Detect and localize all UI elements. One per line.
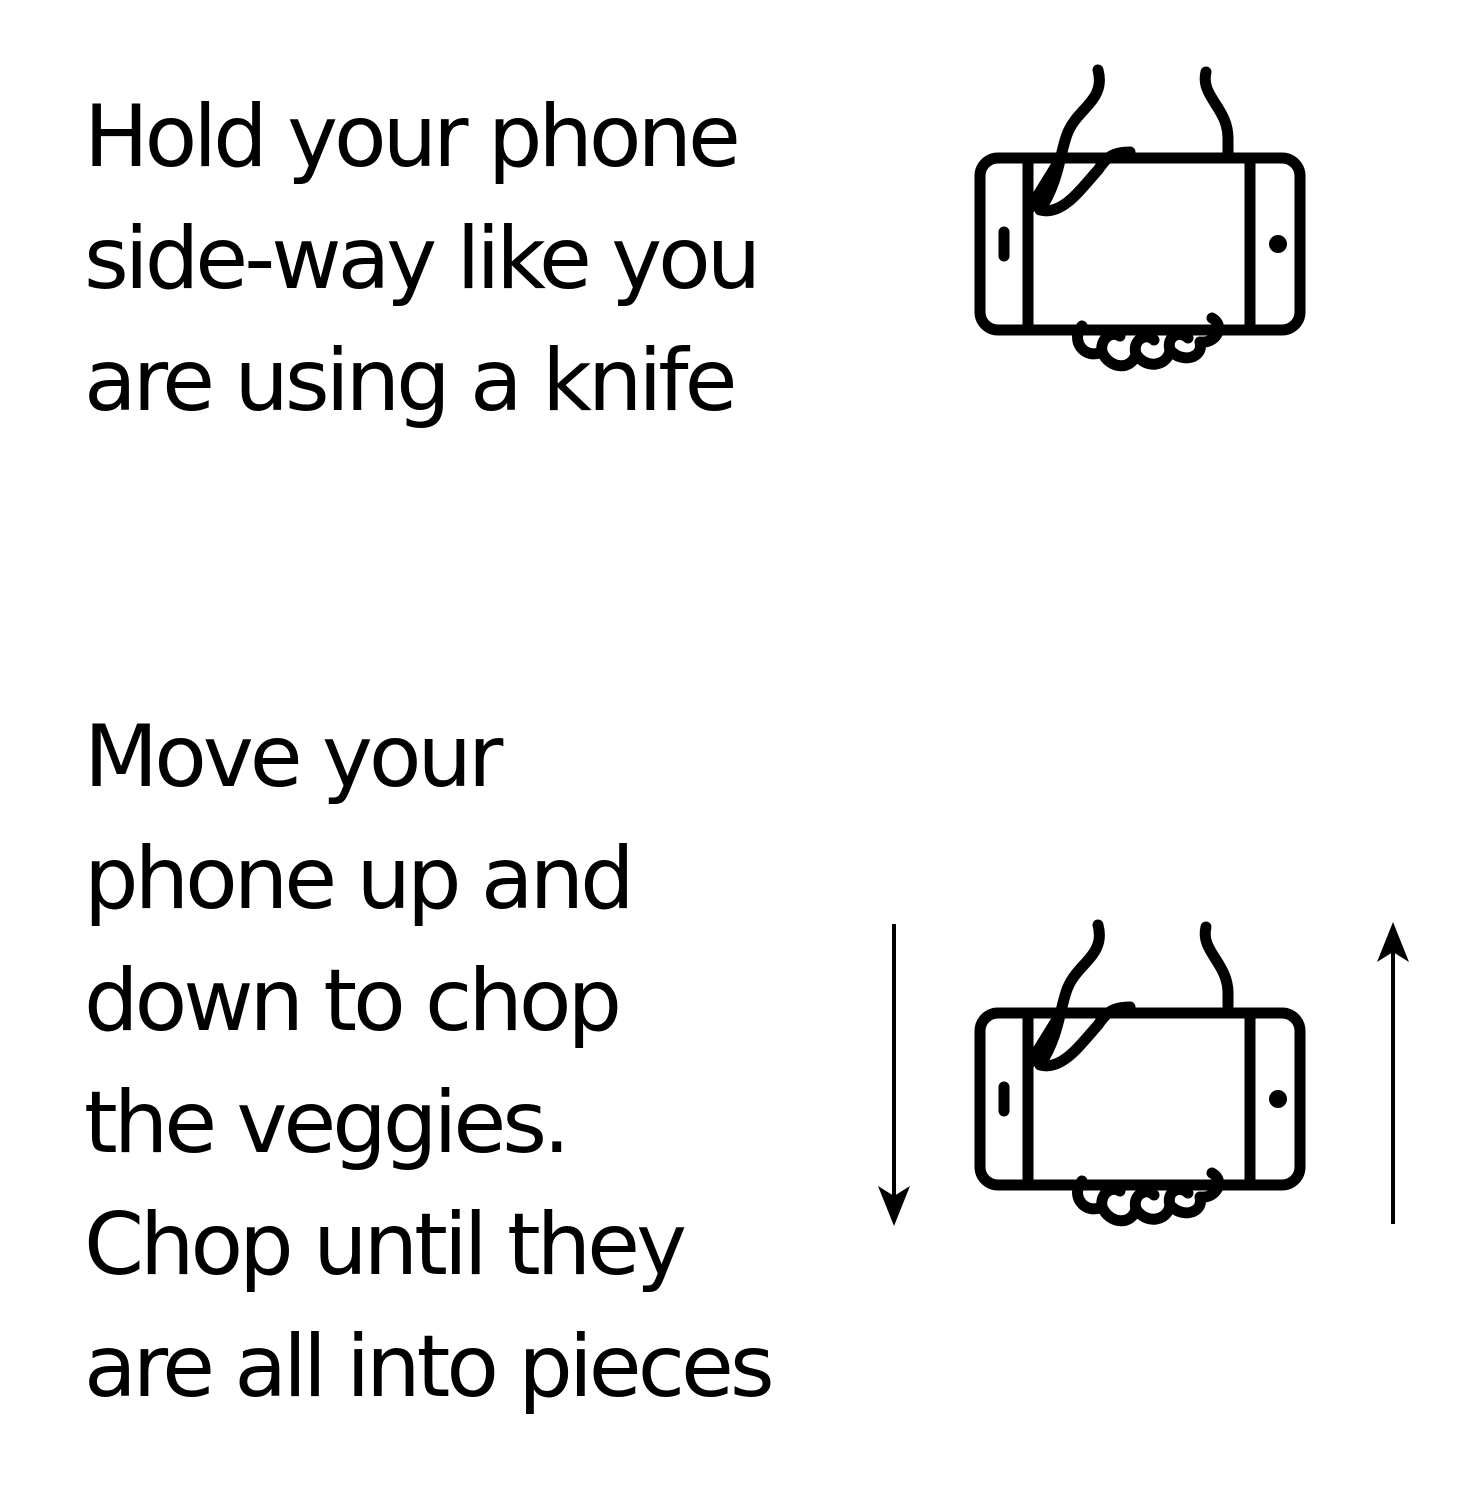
knuckle-detail (1096, 328, 1194, 360)
step-1-line-1: Hold your phone (84, 87, 741, 187)
hand-holding-phone-sideways-icon (974, 919, 1306, 1227)
step-2-line-4: the veggies. (84, 1073, 570, 1173)
home-button (1269, 235, 1287, 253)
step-1-line-3: are using a knife (84, 331, 737, 431)
step-2-line-3: down to chop (84, 951, 622, 1051)
arrow-up-icon (1377, 922, 1409, 1224)
step-1-instruction: Hold your phone side-way like you are us… (84, 76, 864, 442)
finger-top-right (1199, 921, 1234, 1017)
step-2-line-5: Chop until they (84, 1195, 687, 1295)
home-button (1269, 1090, 1287, 1108)
thumb (1034, 919, 1136, 1072)
step-2-instruction: Move your phone up and down to chop the … (84, 696, 864, 1428)
step-2-line-1: Move your (84, 707, 503, 807)
step-1-line-2: side-way like you (84, 209, 761, 309)
arrow-down-icon (878, 924, 910, 1226)
finger-top-right (1199, 66, 1234, 162)
knuckle-detail (1096, 1183, 1194, 1215)
thumb (1034, 64, 1136, 217)
step-2-line-2: phone up and (84, 829, 635, 929)
hand-holding-phone-sideways-icon (974, 64, 1306, 372)
step-2-line-6: are all into pieces (84, 1317, 775, 1417)
